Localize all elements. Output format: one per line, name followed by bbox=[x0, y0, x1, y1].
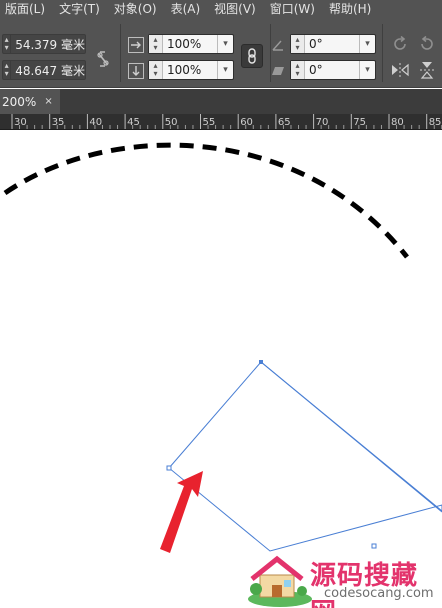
scale-y-icon bbox=[128, 63, 144, 79]
x-position-field[interactable]: ▴ ▾ 54.379 毫米 bbox=[2, 34, 86, 54]
ruler-tick-label: 45 bbox=[127, 117, 140, 128]
menu-help[interactable]: 帮助(H) bbox=[324, 0, 371, 18]
ruler-tick-label: 50 bbox=[165, 117, 178, 128]
document-tab[interactable]: 200% × bbox=[0, 89, 60, 114]
document-canvas[interactable]: 源码搜藏网 codesocang.com bbox=[0, 131, 442, 608]
shear-angle-field[interactable]: ▴ ▾ 0° ▾ bbox=[290, 60, 376, 80]
ruler-tick-label: 30 bbox=[14, 117, 27, 128]
anchor-point[interactable] bbox=[166, 465, 172, 471]
divider bbox=[382, 24, 383, 82]
divider bbox=[120, 24, 121, 82]
ruler-tick-label: 85 bbox=[429, 117, 442, 128]
chevron-down-icon[interactable]: ▾ bbox=[359, 61, 375, 79]
anchor-point[interactable] bbox=[259, 360, 263, 364]
close-icon[interactable]: × bbox=[44, 96, 52, 107]
ruler-ticks: 30 35 40 45 50 55 60 65 70 75 80 85 bbox=[11, 114, 442, 129]
y-position-value: 48.647 毫米 bbox=[15, 63, 85, 78]
ruler-tick-label: 80 bbox=[391, 117, 404, 128]
x-stepper-icon[interactable]: ▴ ▾ bbox=[3, 35, 12, 53]
constrain-proportions-button[interactable] bbox=[241, 44, 263, 68]
selected-rectangle[interactable] bbox=[168, 361, 442, 552]
scale-x-value: 100% bbox=[167, 37, 202, 51]
y-position-field[interactable]: ▴ ▾ 48.647 毫米 bbox=[2, 60, 86, 80]
menu-layout[interactable]: 版面(L) bbox=[0, 0, 45, 18]
chevron-down-icon[interactable]: ▾ bbox=[217, 35, 233, 53]
rotate-counterclockwise-icon[interactable] bbox=[417, 34, 437, 54]
watermark: 源码搜藏网 codesocang.com bbox=[244, 553, 442, 608]
unlink-icon[interactable] bbox=[94, 48, 112, 70]
scale-x-stepper-icon[interactable]: ▴ ▾ bbox=[149, 35, 163, 53]
anchor-point[interactable] bbox=[371, 543, 377, 549]
menu-type[interactable]: 文字(T) bbox=[54, 0, 100, 18]
x-position-value: 54.379 毫米 bbox=[15, 37, 85, 52]
ruler-tick-label: 60 bbox=[240, 117, 253, 128]
document-tab-label: 200% bbox=[2, 94, 37, 109]
rotate-stepper-icon[interactable]: ▴ ▾ bbox=[291, 35, 305, 53]
flip-horizontal-icon[interactable] bbox=[390, 60, 410, 80]
ruler-tick-label: 75 bbox=[353, 117, 366, 128]
shear-angle-value: 0° bbox=[309, 63, 323, 77]
ruler-tick-label: 65 bbox=[278, 117, 291, 128]
chevron-down-icon[interactable]: ▾ bbox=[217, 61, 233, 79]
scale-y-value: 100% bbox=[167, 63, 202, 77]
link-icon bbox=[248, 48, 256, 64]
scale-x-icon bbox=[128, 37, 144, 53]
ruler-tick-label: 70 bbox=[316, 117, 329, 128]
control-panel: ▴ ▾ 54.379 毫米 ▴ ▾ 48.647 毫米 ▴ ▾ 100% ▾ ▴ ▾ 1… bbox=[0, 18, 442, 88]
scale-y-field[interactable]: ▴ ▾ 100% ▾ bbox=[148, 60, 234, 80]
ruler-tick-label: 35 bbox=[52, 117, 65, 128]
shear-angle-icon bbox=[270, 63, 286, 79]
rotate-angle-field[interactable]: ▴ ▾ 0° ▾ bbox=[290, 34, 376, 54]
menu-bar: 版面(L) 文字(T) 对象(O) 表(A) 视图(V) 窗口(W) 帮助(H) bbox=[0, 0, 442, 18]
rotate-angle-icon bbox=[270, 37, 286, 53]
ruler-tick-label: 55 bbox=[203, 117, 216, 128]
menu-window[interactable]: 窗口(W) bbox=[265, 0, 315, 18]
watermark-url: codesocang.com bbox=[324, 586, 434, 601]
chevron-down-icon[interactable]: ▾ bbox=[359, 35, 375, 53]
shear-stepper-icon[interactable]: ▴ ▾ bbox=[291, 61, 305, 79]
scale-y-stepper-icon[interactable]: ▴ ▾ bbox=[149, 61, 163, 79]
rotate-angle-value: 0° bbox=[309, 37, 323, 51]
dashed-arc-path[interactable] bbox=[3, 142, 409, 259]
document-tab-bar: 200% × bbox=[0, 89, 442, 114]
red-arrow-annotation bbox=[160, 471, 203, 553]
horizontal-ruler[interactable]: 30 35 40 45 50 55 60 65 70 75 80 85 bbox=[0, 114, 442, 130]
flip-vertical-icon[interactable] bbox=[417, 60, 437, 80]
menu-object[interactable]: 对象(O) bbox=[109, 0, 157, 18]
ruler-tick-label: 40 bbox=[89, 117, 102, 128]
menu-view[interactable]: 视图(V) bbox=[209, 0, 256, 18]
house-logo-icon bbox=[248, 555, 312, 607]
selected-rectangle-edge bbox=[260, 361, 442, 513]
scale-x-field[interactable]: ▴ ▾ 100% ▾ bbox=[148, 34, 234, 54]
rotate-clockwise-icon[interactable] bbox=[390, 34, 410, 54]
menu-table[interactable]: 表(A) bbox=[166, 0, 201, 18]
y-stepper-icon[interactable]: ▴ ▾ bbox=[3, 61, 12, 79]
